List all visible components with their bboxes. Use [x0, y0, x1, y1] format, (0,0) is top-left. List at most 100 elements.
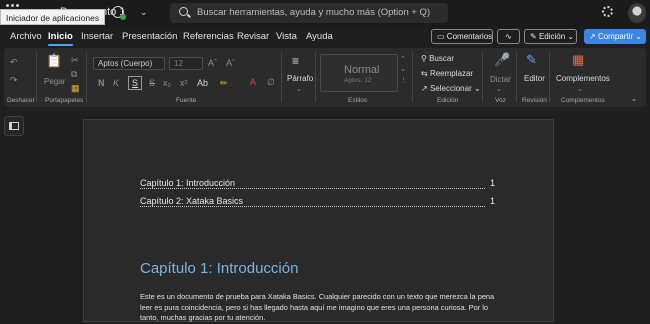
paste-icon[interactable]: 📋	[46, 54, 62, 67]
editor-label[interactable]: Editor	[524, 74, 545, 84]
font-color-icon[interactable]: A	[250, 77, 256, 87]
comments-label: Comentarios	[446, 32, 493, 41]
paragraph-label[interactable]: Párrafo	[287, 74, 313, 84]
addins-icon[interactable]: ▦	[572, 53, 584, 66]
toc-page: 1	[487, 196, 495, 206]
search-box[interactable]: Buscar herramientas, ayuda y mucho más (…	[170, 3, 448, 23]
editing-group-label: Edición	[437, 97, 459, 104]
share-button[interactable]: ↗ Compartir ⌄	[584, 29, 646, 44]
tab-ayuda[interactable]: Ayuda	[306, 31, 333, 42]
chevron-up-icon[interactable]: ⌃	[400, 55, 406, 65]
divider	[482, 52, 483, 102]
undo-icon[interactable]: ↶	[10, 57, 18, 67]
share-icon: ↗	[589, 32, 596, 41]
replace-button[interactable]: ⇆ Reemplazar	[421, 69, 473, 79]
clear-format-icon[interactable]: ∅	[267, 77, 275, 87]
divider	[412, 52, 413, 102]
toc-leader	[140, 188, 485, 189]
navigation-pane-icon[interactable]	[4, 116, 24, 136]
find-icon: ⚲	[421, 54, 427, 63]
clipboard-group-label: Portapapeles	[45, 97, 84, 104]
paste-label[interactable]: Pegar	[44, 77, 65, 87]
font-name-select[interactable]: Aptos (Cuerpo)	[93, 57, 165, 70]
chevron-down-icon[interactable]: ⌄	[496, 85, 502, 95]
search-icon	[179, 7, 188, 16]
font-size-select[interactable]: 12	[169, 57, 203, 70]
divider	[281, 52, 282, 102]
dictate-label[interactable]: Dictar	[490, 75, 511, 85]
editing-mode-label: Edición	[538, 32, 566, 41]
shrink-font-icon[interactable]: Aˇ	[226, 58, 235, 68]
italic-button[interactable]: K	[113, 78, 119, 88]
highlight-icon[interactable]: ✏	[220, 78, 228, 88]
chevron-down-icon[interactable]: ⌄	[140, 7, 148, 18]
tab-presentacion[interactable]: Presentación	[122, 31, 177, 42]
document-page[interactable]: Capítulo 1: Introducción 1 Capítulo 2: X…	[83, 119, 554, 322]
divider	[516, 52, 517, 102]
chevron-down-icon[interactable]: ⌄	[296, 85, 302, 95]
copy-icon[interactable]: ⧉	[71, 69, 77, 79]
tab-archivo[interactable]: Archivo	[10, 31, 42, 42]
select-icon: ↗	[421, 84, 428, 93]
search-placeholder: Buscar herramientas, ayuda y mucho más (…	[197, 7, 431, 18]
toc-entry[interactable]: Capítulo 1: Introducción 1	[140, 178, 495, 190]
heading-1[interactable]: Capítulo 1: Introducción	[140, 260, 298, 277]
format-painter-icon[interactable]: ▦	[71, 83, 80, 93]
replace-label: Reemplazar	[429, 69, 474, 78]
undo-group-label: Deshacer	[7, 97, 35, 104]
toc-label: Capítulo 2: Xataka Basics	[140, 196, 246, 206]
body-paragraph[interactable]: Este es un documento de prueba para Xata…	[140, 292, 502, 324]
chevron-down-icon[interactable]: ⌄	[577, 85, 583, 95]
font-size-value: 12	[174, 59, 183, 68]
editor-icon[interactable]: ✎	[526, 53, 537, 66]
style-normal[interactable]: Normal	[344, 64, 379, 76]
dictate-icon[interactable]: 🎤	[494, 53, 510, 66]
paragraph-icon[interactable]: ≡	[292, 55, 299, 67]
toc-label: Capítulo 1: Introducción	[140, 178, 238, 188]
catch-up-button[interactable]: ∿	[497, 29, 520, 44]
tab-inicio[interactable]: Inicio	[48, 31, 73, 46]
font-group-label: Fuente	[176, 97, 197, 104]
voice-group-label: Voz	[495, 97, 506, 104]
collapse-ribbon-icon[interactable]: ⌄	[631, 95, 637, 103]
chevron-down-icon: ⌄	[567, 32, 575, 41]
navigation-pane-glyph	[9, 122, 19, 130]
toc-entry[interactable]: Capítulo 2: Xataka Basics 1	[140, 196, 495, 208]
find-button[interactable]: ⚲ Buscar	[421, 54, 454, 64]
tab-revisar[interactable]: Revisar	[237, 31, 269, 42]
bold-button[interactable]: N	[98, 78, 105, 88]
change-case-button[interactable]: Ab	[197, 78, 208, 88]
strikethrough-button[interactable]: S	[149, 78, 155, 88]
redo-icon[interactable]: ↷	[10, 75, 18, 85]
divider	[36, 52, 37, 102]
subscript-icon[interactable]: x₂	[163, 78, 171, 88]
styles-gallery[interactable]: Normal Aptos, 12	[320, 54, 398, 92]
tab-insertar[interactable]: Insertar	[81, 31, 113, 42]
replace-icon: ⇆	[421, 69, 428, 78]
divider	[549, 52, 550, 102]
grow-font-icon[interactable]: Aˆ	[208, 58, 217, 68]
settings-icon[interactable]	[602, 6, 613, 17]
find-label: Buscar	[429, 54, 454, 63]
underline-button[interactable]: S	[128, 76, 143, 90]
tab-vista[interactable]: Vista	[276, 31, 297, 42]
cut-icon[interactable]: ✂	[71, 55, 79, 65]
comments-button[interactable]: ▭ Comentarios	[431, 29, 493, 44]
activity-icon: ∿	[505, 32, 512, 41]
editing-mode-button[interactable]: ✎ Edición ⌄	[524, 29, 577, 44]
sync-icon[interactable]	[112, 6, 126, 20]
toc-page: 1	[487, 178, 495, 188]
chevron-down-icon[interactable]: ⌄	[400, 65, 406, 75]
style-normal-sub: Aptos, 12	[344, 77, 372, 84]
comment-icon: ▭	[437, 32, 445, 41]
tab-referencias[interactable]: Referencias	[183, 31, 234, 42]
superscript-icon[interactable]: x²	[180, 78, 188, 88]
divider	[86, 52, 87, 102]
chevron-down-icon: ⌄	[635, 32, 642, 41]
pencil-icon: ✎	[530, 32, 537, 41]
font-name-value: Aptos (Cuerpo)	[98, 59, 153, 68]
more-styles-icon[interactable]: ⋮	[400, 76, 407, 86]
avatar[interactable]	[628, 3, 646, 23]
addins-label[interactable]: Complementos	[556, 74, 610, 84]
select-button[interactable]: ↗ Seleccionar ⌄	[421, 84, 481, 94]
